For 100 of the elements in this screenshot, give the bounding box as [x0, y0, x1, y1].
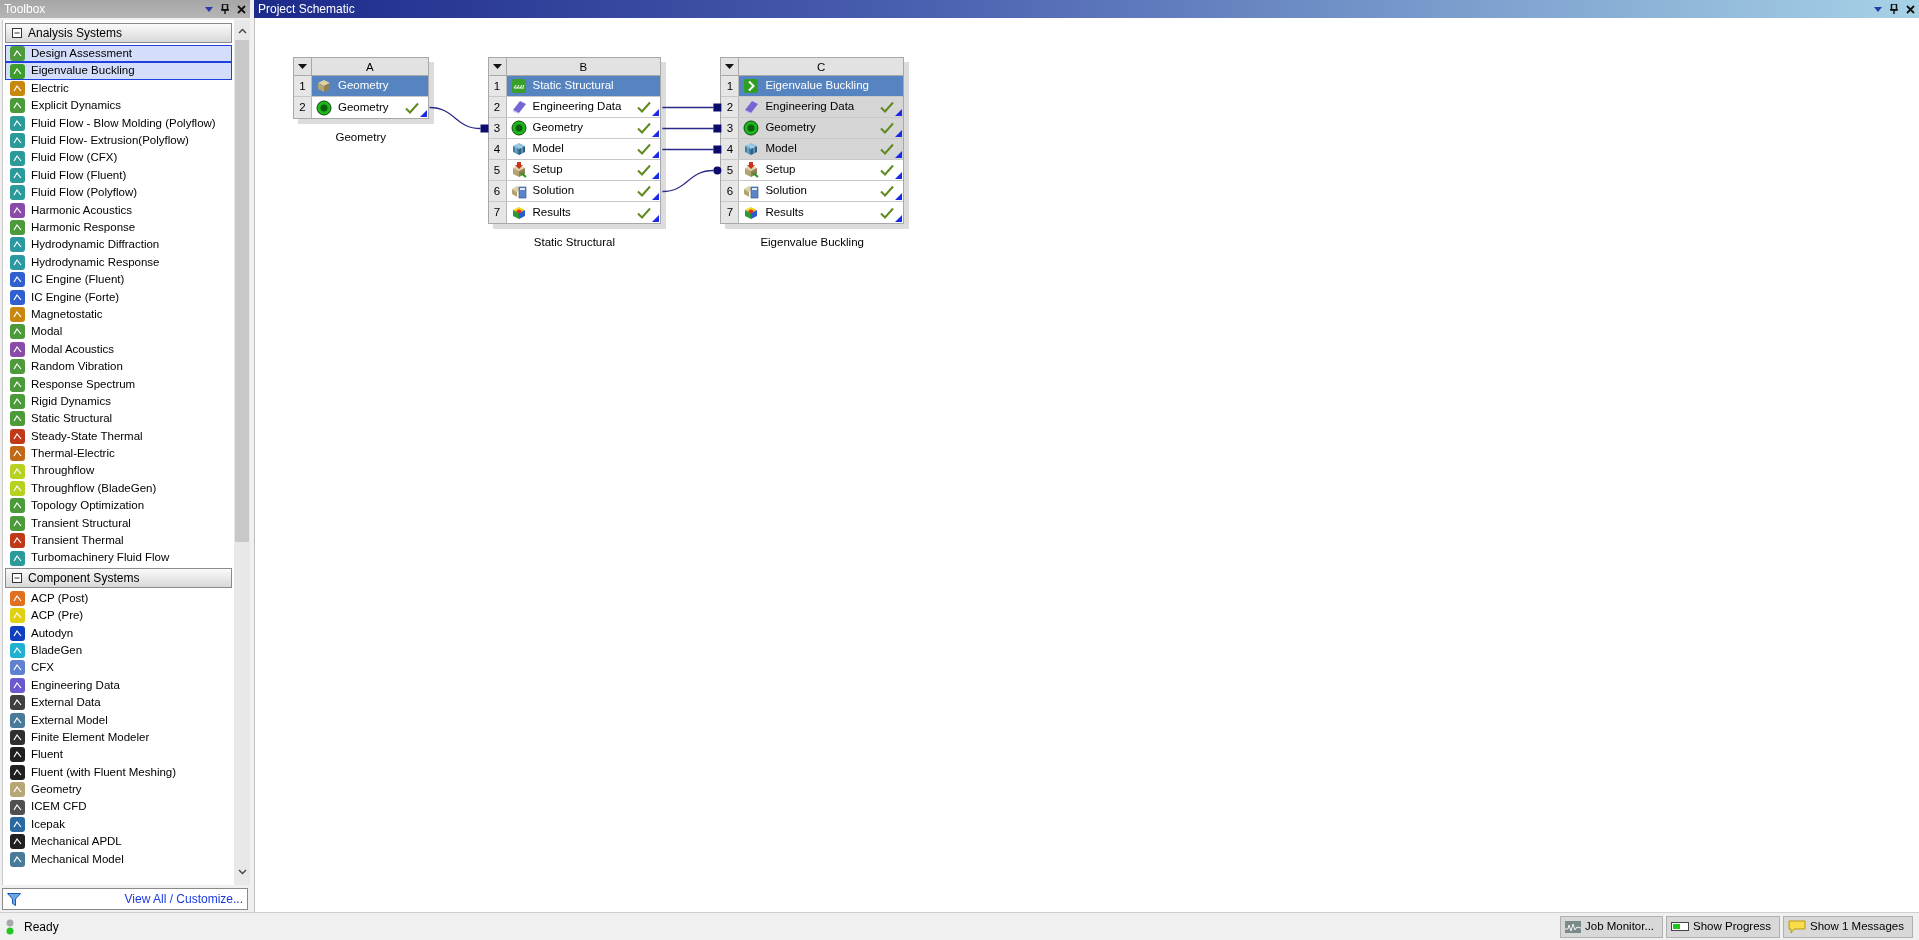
pin-icon[interactable]	[221, 4, 229, 14]
corner-triangle-icon[interactable]	[894, 193, 902, 200]
corner-triangle-icon[interactable]	[652, 130, 660, 137]
dropdown-icon[interactable]	[205, 6, 213, 12]
toolbox-item[interactable]: Modal Acoustics	[5, 340, 232, 359]
system-cell[interactable]: Engineering Data	[506, 97, 661, 117]
dropdown-button[interactable]	[488, 58, 507, 75]
system-title-cell[interactable]: Static Structural	[506, 76, 661, 96]
system-title-cell[interactable]: Geometry	[312, 76, 428, 96]
toolbox-item[interactable]: BladeGen	[5, 641, 232, 660]
toolbox-item[interactable]: Eigenvalue Buckling	[5, 62, 232, 80]
collapse-icon[interactable]	[12, 28, 22, 38]
toolbox-item[interactable]: Transient Structural	[5, 514, 232, 532]
system-cell[interactable]: Model	[506, 139, 661, 159]
toolbox-item[interactable]: Engineering Data	[5, 676, 232, 695]
toolbox-item[interactable]: IC Engine (Fluent)	[5, 271, 232, 289]
cell-label: Setup	[532, 162, 564, 178]
group-header[interactable]: Analysis Systems	[5, 23, 232, 43]
toolbox-item[interactable]: External Data	[5, 694, 232, 712]
filter-icon[interactable]	[7, 892, 21, 906]
toolbox-item[interactable]: Topology Optimization	[5, 497, 232, 515]
corner-triangle-icon[interactable]	[894, 215, 902, 222]
toolbox-item[interactable]: Fluid Flow (CFX)	[5, 149, 232, 167]
corner-triangle-icon[interactable]	[894, 109, 902, 116]
toolbox-item[interactable]: IC Engine (Forte)	[5, 288, 232, 306]
toolbox-item[interactable]: Fluid Flow (Fluent)	[5, 166, 232, 185]
toolbox-item[interactable]: Harmonic Acoustics	[5, 201, 232, 219]
system-cell[interactable]: Setup	[506, 160, 661, 180]
system-cell[interactable]: Model	[739, 139, 903, 159]
pin-icon[interactable]	[1890, 4, 1898, 14]
toolbox-item[interactable]: Random Vibration	[5, 358, 232, 376]
system-cell[interactable]: Geometry	[312, 97, 428, 118]
toolbox-item[interactable]: External Model	[5, 711, 232, 729]
panel-title: Toolbox	[4, 1, 47, 18]
collapse-icon[interactable]	[12, 572, 22, 583]
toolbox-item[interactable]: Hydrodynamic Diffraction	[5, 236, 232, 254]
system-cell[interactable]: Geometry	[506, 118, 661, 138]
system-cell[interactable]: Solution	[506, 181, 661, 201]
toolbox-item[interactable]: Harmonic Response	[5, 218, 232, 237]
toolbox-item[interactable]: Fluid Flow- Extrusion(Polyflow)	[5, 131, 232, 150]
toolbox-item[interactable]: Mechanical APDL	[5, 833, 232, 851]
status-button[interactable]: Show 1 Messages	[1783, 915, 1913, 938]
toolbox-item[interactable]: CFX	[5, 659, 232, 677]
status-button[interactable]: Job Monitor...	[1560, 915, 1664, 938]
toolbox-item[interactable]: Fluent (with Fluent Meshing)	[5, 763, 232, 781]
toolbox-item[interactable]: Transient Thermal	[5, 531, 232, 550]
toolbox-item[interactable]: Fluid Flow - Blow Molding (Polyflow)	[5, 114, 232, 132]
toolbox-item[interactable]: Electric	[5, 79, 232, 98]
corner-triangle-icon[interactable]	[652, 215, 660, 222]
toolbox-item[interactable]: Fluid Flow (Polyflow)	[5, 184, 232, 202]
toolbox-item[interactable]: Throughflow (BladeGen)	[5, 479, 232, 498]
close-icon[interactable]	[237, 4, 246, 14]
toolbox-item[interactable]: ACP (Pre)	[5, 607, 232, 625]
toolbox-item[interactable]: Design Assessment	[5, 45, 232, 63]
toolbox-item[interactable]: Fluent	[5, 746, 232, 764]
group-header[interactable]: Component Systems	[5, 567, 232, 588]
system-cell[interactable]: Engineering Data	[739, 97, 903, 117]
row-number: 1	[721, 76, 740, 96]
toolbox-item[interactable]: Explicit Dynamics	[5, 97, 232, 115]
scroll-down-icon[interactable]	[237, 869, 247, 875]
corner-triangle-icon[interactable]	[419, 110, 427, 117]
scrollbar[interactable]	[234, 20, 250, 885]
corner-triangle-icon[interactable]	[894, 151, 902, 158]
toolbox-item[interactable]: Icepak	[5, 815, 232, 834]
toolbox-item[interactable]: Finite Element Modeler	[5, 728, 232, 747]
toolbox-item[interactable]: Autodyn	[5, 624, 232, 642]
toolbox-item[interactable]: Magnetostatic	[5, 305, 232, 324]
system-cell[interactable]: Solution	[739, 181, 903, 201]
system-cell[interactable]: Results	[739, 202, 903, 223]
dropdown-button[interactable]	[294, 58, 312, 75]
system-cell[interactable]: Setup	[739, 160, 903, 180]
system-cell[interactable]: Geometry	[739, 118, 903, 138]
corner-triangle-icon[interactable]	[894, 172, 902, 179]
row-number: 3	[488, 118, 507, 138]
system-cell[interactable]: Results	[506, 202, 661, 223]
book-icon	[743, 99, 760, 115]
dropdown-button[interactable]	[721, 58, 740, 75]
toolbox-item[interactable]: Throughflow	[5, 462, 232, 480]
toolbox-item[interactable]: Steady-State Thermal	[5, 427, 232, 445]
corner-triangle-icon[interactable]	[652, 172, 660, 179]
corner-triangle-icon[interactable]	[652, 193, 660, 200]
corner-triangle-icon[interactable]	[894, 130, 902, 137]
toolbox-item[interactable]: Turbomachinery Fluid Flow	[5, 549, 232, 567]
scroll-up-icon[interactable]	[237, 28, 247, 34]
toolbox-item[interactable]: Rigid Dynamics	[5, 392, 232, 411]
toolbox-item[interactable]: Static Structural	[5, 410, 232, 428]
corner-triangle-icon[interactable]	[652, 109, 660, 116]
toolbox-item[interactable]: Hydrodynamic Response	[5, 253, 232, 272]
status-button[interactable]: Show Progress	[1666, 915, 1781, 938]
toolbox-item[interactable]: ICEM CFD	[5, 798, 232, 816]
toolbox-item[interactable]: Geometry	[5, 781, 232, 799]
toolbox-item[interactable]: ACP (Post)	[5, 589, 232, 608]
toolbox-item[interactable]: Response Spectrum	[5, 375, 232, 393]
toolbox-item[interactable]: Mechanical Model	[5, 850, 232, 868]
toolbox-item[interactable]: Thermal-Electric	[5, 445, 232, 463]
corner-triangle-icon[interactable]	[652, 151, 660, 158]
toolbox-item[interactable]: Modal	[5, 323, 232, 341]
system-title-cell[interactable]: Eigenvalue Buckling	[739, 76, 903, 96]
dropdown-icon[interactable]	[1874, 6, 1882, 12]
close-icon[interactable]	[1906, 4, 1915, 14]
